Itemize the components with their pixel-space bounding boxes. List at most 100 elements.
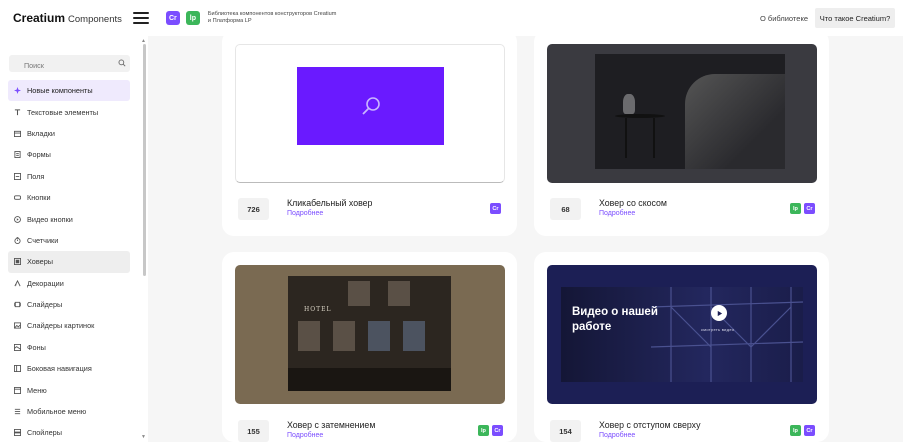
sidebar-item-label: Меню [27,385,47,395]
card-badges: lp Cr [790,425,815,436]
component-card[interactable]: 726 Кликабельный ховер Подробнее Cr [222,30,517,236]
scroll-down-arrow-icon[interactable]: ▼ [141,434,146,440]
button-icon [14,194,21,201]
usage-count: 155 [238,420,269,442]
sidebar-item-forms[interactable]: Формы [8,144,130,165]
form-icon [14,151,21,159]
component-card[interactable]: HOTEL 155 Ховер с затемнением Подробнее … [222,252,517,442]
creatium-badge-icon: Cr [804,203,815,214]
sidebar-item-hovers[interactable]: Ховеры [8,251,130,273]
sidebar-item-label: Счетчики [27,235,59,245]
sidebar-item-label: Спойлеры [27,428,62,438]
card-preview-image[interactable] [547,44,817,183]
sidebar-item-label: Формы [27,150,51,160]
logo-sub-text: Components [68,14,122,25]
sidebar-item-buttons[interactable]: Кнопки [8,187,130,208]
sidebar-item-counters[interactable]: Счетчики [8,230,130,251]
card-badges: lp Cr [478,425,503,436]
decoration-icon [14,279,21,287]
slider-icon [13,301,22,308]
menu-icon [14,386,21,394]
more-link[interactable]: Подробнее [287,210,323,217]
logo-main-text: Creatium [13,11,66,25]
sidebar-item-text-elements[interactable]: Текстовые элементы [8,101,130,122]
sidebar-item-backgrounds[interactable]: Фоны [8,337,130,358]
background-icon [14,343,21,351]
hover-icon [14,258,21,266]
search-icon[interactable] [118,59,126,67]
more-link[interactable]: Подробнее [599,432,635,439]
table-leg [625,118,627,158]
usage-count: 68 [550,198,581,220]
sidebar-item-menu[interactable]: Меню [8,379,130,400]
card-title[interactable]: Ховер со скосом [599,198,667,208]
platform-lp-badge-icon: lp [185,11,200,25]
card-badges: lp Cr [790,203,815,214]
sidebar-item-side-navigation[interactable]: Боковая навигация [8,358,130,379]
sidebar-item-label: Слайдеры картинок [27,321,95,331]
category-nav: Новые компоненты Текстовые элементы Вкла… [8,80,130,442]
window-shape [368,321,390,351]
sidebar-item-new-components[interactable]: Новые компоненты [8,80,130,102]
sidebar-item-label: Текстовые элементы [27,107,99,117]
hamburger-menu-icon[interactable] [132,12,149,24]
ground-floor [288,368,451,391]
card-preview-image[interactable]: HOTEL [235,265,505,404]
sidebar-item-label: Ховеры [27,257,53,267]
mobile-menu-icon [14,408,21,415]
hotel-building-photo: HOTEL [288,276,451,391]
play-icon [14,215,21,223]
side-table-top [615,114,665,118]
more-link[interactable]: Подробнее [287,432,323,439]
sidebar-item-label: Фоны [27,342,46,352]
component-card[interactable]: Видео о нашей работе смотреть видео 154 … [534,252,829,442]
sidebar-item-label: Боковая навигация [27,364,92,374]
card-title[interactable]: Ховер с отступом сверху [599,420,700,430]
window-shape [298,321,320,351]
sidebar-item-label: Видео кнопки [27,214,73,224]
purple-preview-box [297,67,444,145]
platform-lp-badge-icon: lp [790,425,801,436]
sidebar-item-sliders[interactable]: Слайдеры [8,294,130,315]
sidebar-item-tabs[interactable]: Вкладки [8,123,130,144]
component-card[interactable]: 68 Ховер со скосом Подробнее lp Cr [534,30,829,236]
sidebar-item-label: Мобильное меню [27,407,87,417]
sidebar-item-decorations[interactable]: Декорации [8,273,130,294]
sidebar: Новые компоненты Текстовые элементы Вкла… [0,36,148,442]
about-library-link[interactable]: О библиотеке [760,14,808,23]
what-is-creatium-button[interactable]: Что такое Creatium? [815,8,895,28]
card-title[interactable]: Ховер с затемнением [287,420,375,430]
sidebar-item-label: Кнопки [27,193,51,203]
card-title[interactable]: Кликабельный ховер [287,198,372,208]
play-icon[interactable] [711,305,727,321]
sidebar-item-fields[interactable]: Поля [8,166,130,187]
sidebar-item-label: Новые компоненты [27,86,93,96]
table-leg [653,118,655,158]
armchair-shape [685,74,785,169]
sidebar-item-mobile-menu[interactable]: Мобильное меню [8,401,130,422]
sidebar-item-label: Слайдеры [27,300,63,310]
creatium-badge-icon: Cr [492,425,503,436]
construction-frame-graphic [651,287,803,382]
text-icon [14,108,21,116]
window-shape [403,321,425,351]
more-link[interactable]: Подробнее [599,210,635,217]
field-icon [14,172,21,180]
watch-video-label: смотреть видео [701,327,735,332]
card-preview-image[interactable]: Видео о нашей работе смотреть видео [547,265,817,404]
video-preview-frame: Видео о нашей работе смотреть видео [561,287,803,382]
sidebar-item-image-sliders[interactable]: Слайдеры картинок [8,315,130,336]
spoiler-icon [14,429,21,437]
search-box[interactable] [9,55,130,74]
sidebar-item-label: Поля [27,171,45,181]
creatium-badge-icon: Cr [804,425,815,436]
sidebar-item-video-buttons[interactable]: Видео кнопки [8,208,130,229]
magnifier-icon [362,97,380,115]
search-input[interactable] [9,57,109,74]
sidebar-item-spoilers[interactable]: Спойлеры [8,422,130,442]
sidebar-scrollbar[interactable] [143,44,146,276]
logo[interactable]: Creatium Components [13,11,122,25]
card-preview-image[interactable] [235,44,505,183]
usage-count: 154 [550,420,581,442]
sidebar-item-label: Вкладки [27,128,55,138]
